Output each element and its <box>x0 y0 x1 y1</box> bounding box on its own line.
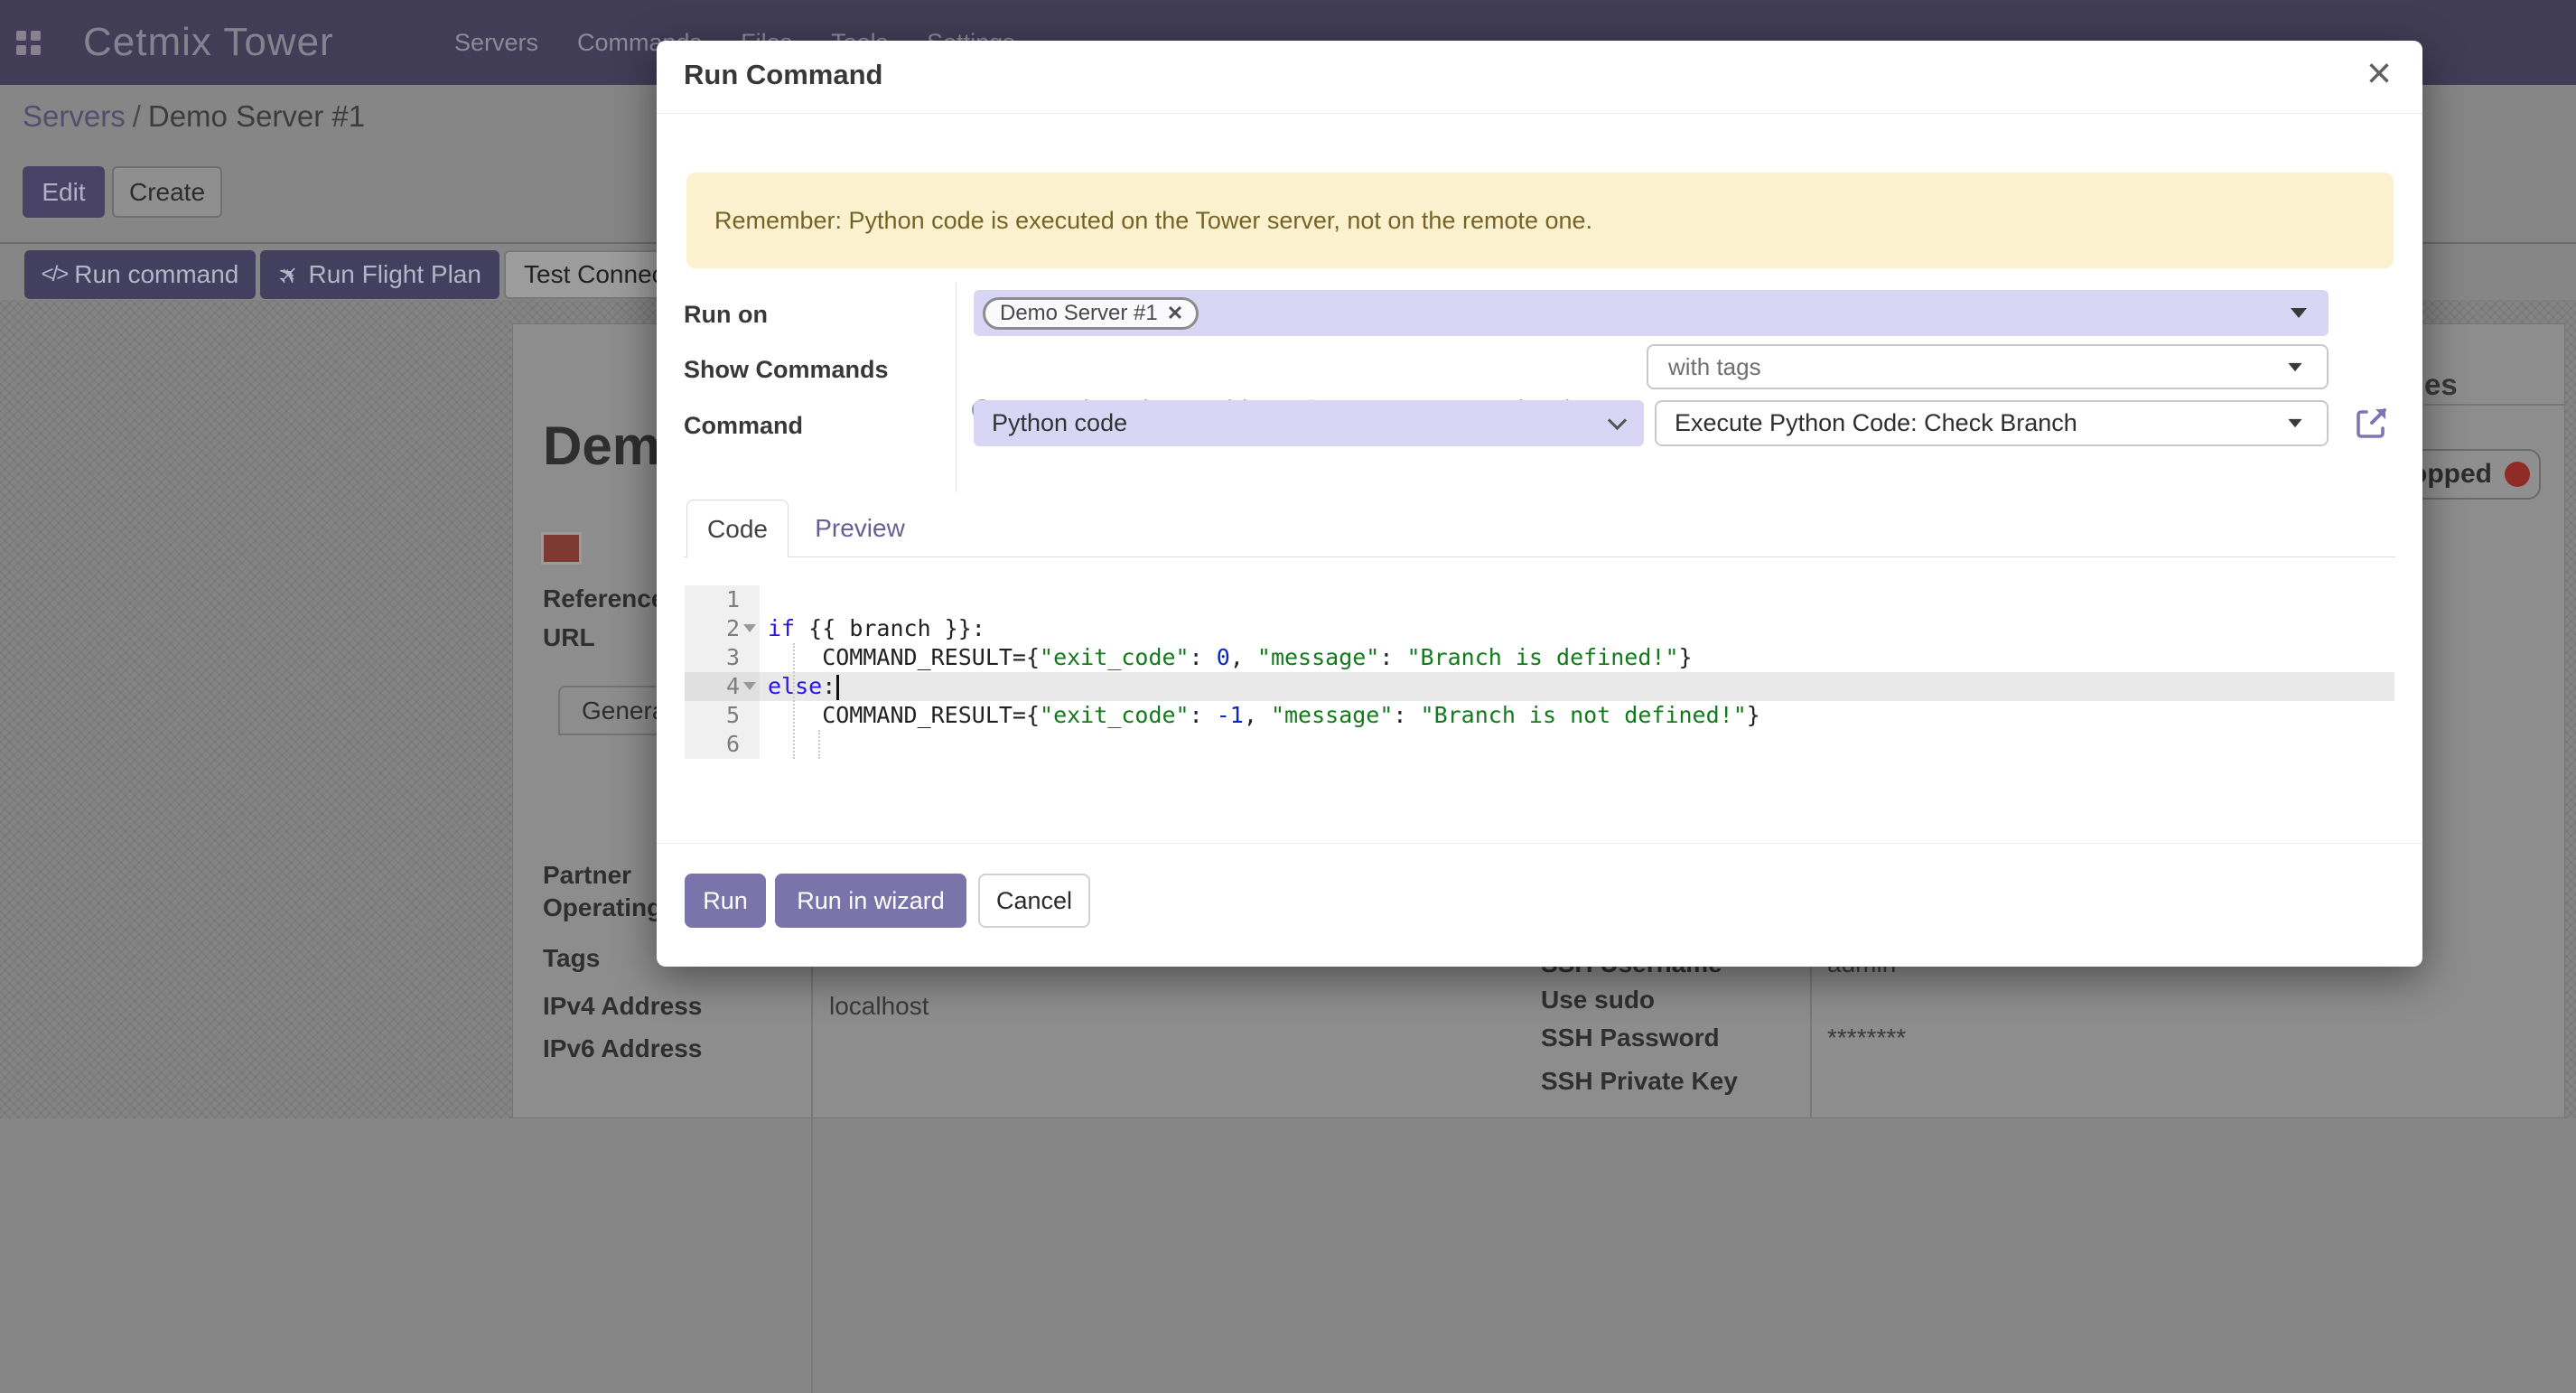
text-cursor <box>836 675 839 700</box>
line-number: 3 <box>684 643 740 672</box>
breadcrumb-current: Demo Server #1 <box>148 99 365 133</box>
color-swatch[interactable] <box>541 532 582 565</box>
code-text: COMMAND_RESULT={"exit_code": 0, "message… <box>768 643 1693 672</box>
field-label: SSH Password <box>1541 1024 1720 1052</box>
line-number: 5 <box>684 701 740 730</box>
dropdown-caret-icon <box>2288 419 2301 427</box>
line-number: 2 <box>684 614 740 643</box>
status-dot <box>2505 462 2530 487</box>
url-label: URL <box>543 623 595 652</box>
field-value: localhost <box>829 992 929 1021</box>
server-chip-label: Demo Server #1 <box>1000 301 1158 326</box>
side-panel-header-line <box>2423 404 2566 406</box>
run-button[interactable]: Run <box>685 874 766 928</box>
with-tags-select[interactable]: with tags <box>1647 344 2329 389</box>
code-line-2[interactable]: 2 if {{ branch }}: <box>684 614 2395 643</box>
tab-bar-line <box>684 556 2395 557</box>
edit-button[interactable]: Edit <box>23 166 105 218</box>
apps-grid-icon[interactable] <box>16 31 41 55</box>
alert-text: Remember: Python code is executed on the… <box>714 207 1592 235</box>
line-number: 6 <box>684 730 740 759</box>
brand-title[interactable]: Cetmix Tower <box>83 20 334 65</box>
run-on-select[interactable]: Demo Server #1 ✕ <box>974 290 2329 336</box>
tab-code[interactable]: Code <box>686 500 789 557</box>
code-line-6[interactable]: 6 <box>684 730 2395 759</box>
code-text: if {{ branch }}: <box>768 614 985 643</box>
command-type-value: Python code <box>992 409 1127 437</box>
side-panel-partial-title: es <box>2424 368 2458 402</box>
command-type-select[interactable]: Python code <box>974 400 1644 446</box>
breadcrumb: Servers/Demo Server #1 <box>23 99 365 134</box>
create-button[interactable]: Create <box>112 166 222 218</box>
show-commands-label: Show Commands <box>684 356 889 384</box>
command-select[interactable]: Execute Python Code: Check Branch <box>1655 400 2329 446</box>
breadcrumb-separator: / <box>126 99 148 133</box>
server-chip: Demo Server #1 ✕ <box>983 297 1199 330</box>
modal-title: Run Command <box>684 59 882 91</box>
dropdown-caret-icon <box>2288 362 2301 370</box>
run-on-label: Run on <box>684 301 768 329</box>
form-label-rule <box>956 283 957 492</box>
code-icon: </> <box>42 262 68 287</box>
field-label: Partner <box>543 861 631 890</box>
run-command-modal: Run Command × Remember: Python code is e… <box>657 41 2422 967</box>
modal-footer-divider <box>657 843 2422 844</box>
breadcrumb-servers-link[interactable]: Servers <box>23 99 126 133</box>
tab-preview[interactable]: Preview <box>801 500 919 557</box>
run-flight-plan-button[interactable]: ✈ Run Flight Plan <box>260 250 499 299</box>
reference-label: Reference <box>543 584 665 613</box>
field-label: SSH Private Key <box>1541 1067 1738 1096</box>
remove-tag-icon[interactable]: ✕ <box>1167 302 1183 325</box>
run-in-wizard-button[interactable]: Run in wizard <box>775 874 966 928</box>
python-warning-alert: Remember: Python code is executed on the… <box>686 173 2394 268</box>
cancel-button[interactable]: Cancel <box>978 874 1090 928</box>
field-divider-right <box>1810 945 1812 1118</box>
run-command-button[interactable]: </> Run command <box>24 250 256 299</box>
code-line-3[interactable]: 3 COMMAND_RESULT={"exit_code": 0, "messa… <box>684 643 2395 672</box>
code-text: else: <box>768 672 839 701</box>
field-value: ******** <box>1827 1024 1906 1052</box>
field-label: Tags <box>543 944 600 973</box>
fold-caret-icon[interactable] <box>743 624 756 632</box>
plane-icon: ✈ <box>271 257 307 293</box>
command-label: Command <box>684 412 803 440</box>
with-tags-placeholder: with tags <box>1668 353 1761 381</box>
external-link-icon[interactable] <box>2354 405 2390 441</box>
code-line-4[interactable]: 4 else: <box>684 672 2395 701</box>
code-editor[interactable]: 12if {{ branch }}:3 COMMAND_RESULT={"exi… <box>684 585 2395 789</box>
modal-header-divider <box>657 113 2422 114</box>
line-number: 1 <box>684 585 740 614</box>
command-value: Execute Python Code: Check Branch <box>1675 409 2077 437</box>
dropdown-caret-icon <box>2291 308 2307 318</box>
fold-caret-icon[interactable] <box>743 682 756 690</box>
line-number: 4 <box>684 672 740 701</box>
field-label: Use sudo <box>1541 986 1655 1014</box>
code-text: COMMAND_RESULT={"exit_code": -1, "messag… <box>768 701 1760 730</box>
field-label: IPv6 Address <box>543 1034 702 1063</box>
code-line-5[interactable]: 5 COMMAND_RESULT={"exit_code": -1, "mess… <box>684 701 2395 730</box>
code-line-1[interactable]: 1 <box>684 585 2395 614</box>
close-icon[interactable]: × <box>2366 48 2392 100</box>
chevron-down-icon <box>1608 411 1627 430</box>
field-label: IPv4 Address <box>543 992 702 1021</box>
nav-item-servers[interactable]: Servers <box>454 29 538 57</box>
